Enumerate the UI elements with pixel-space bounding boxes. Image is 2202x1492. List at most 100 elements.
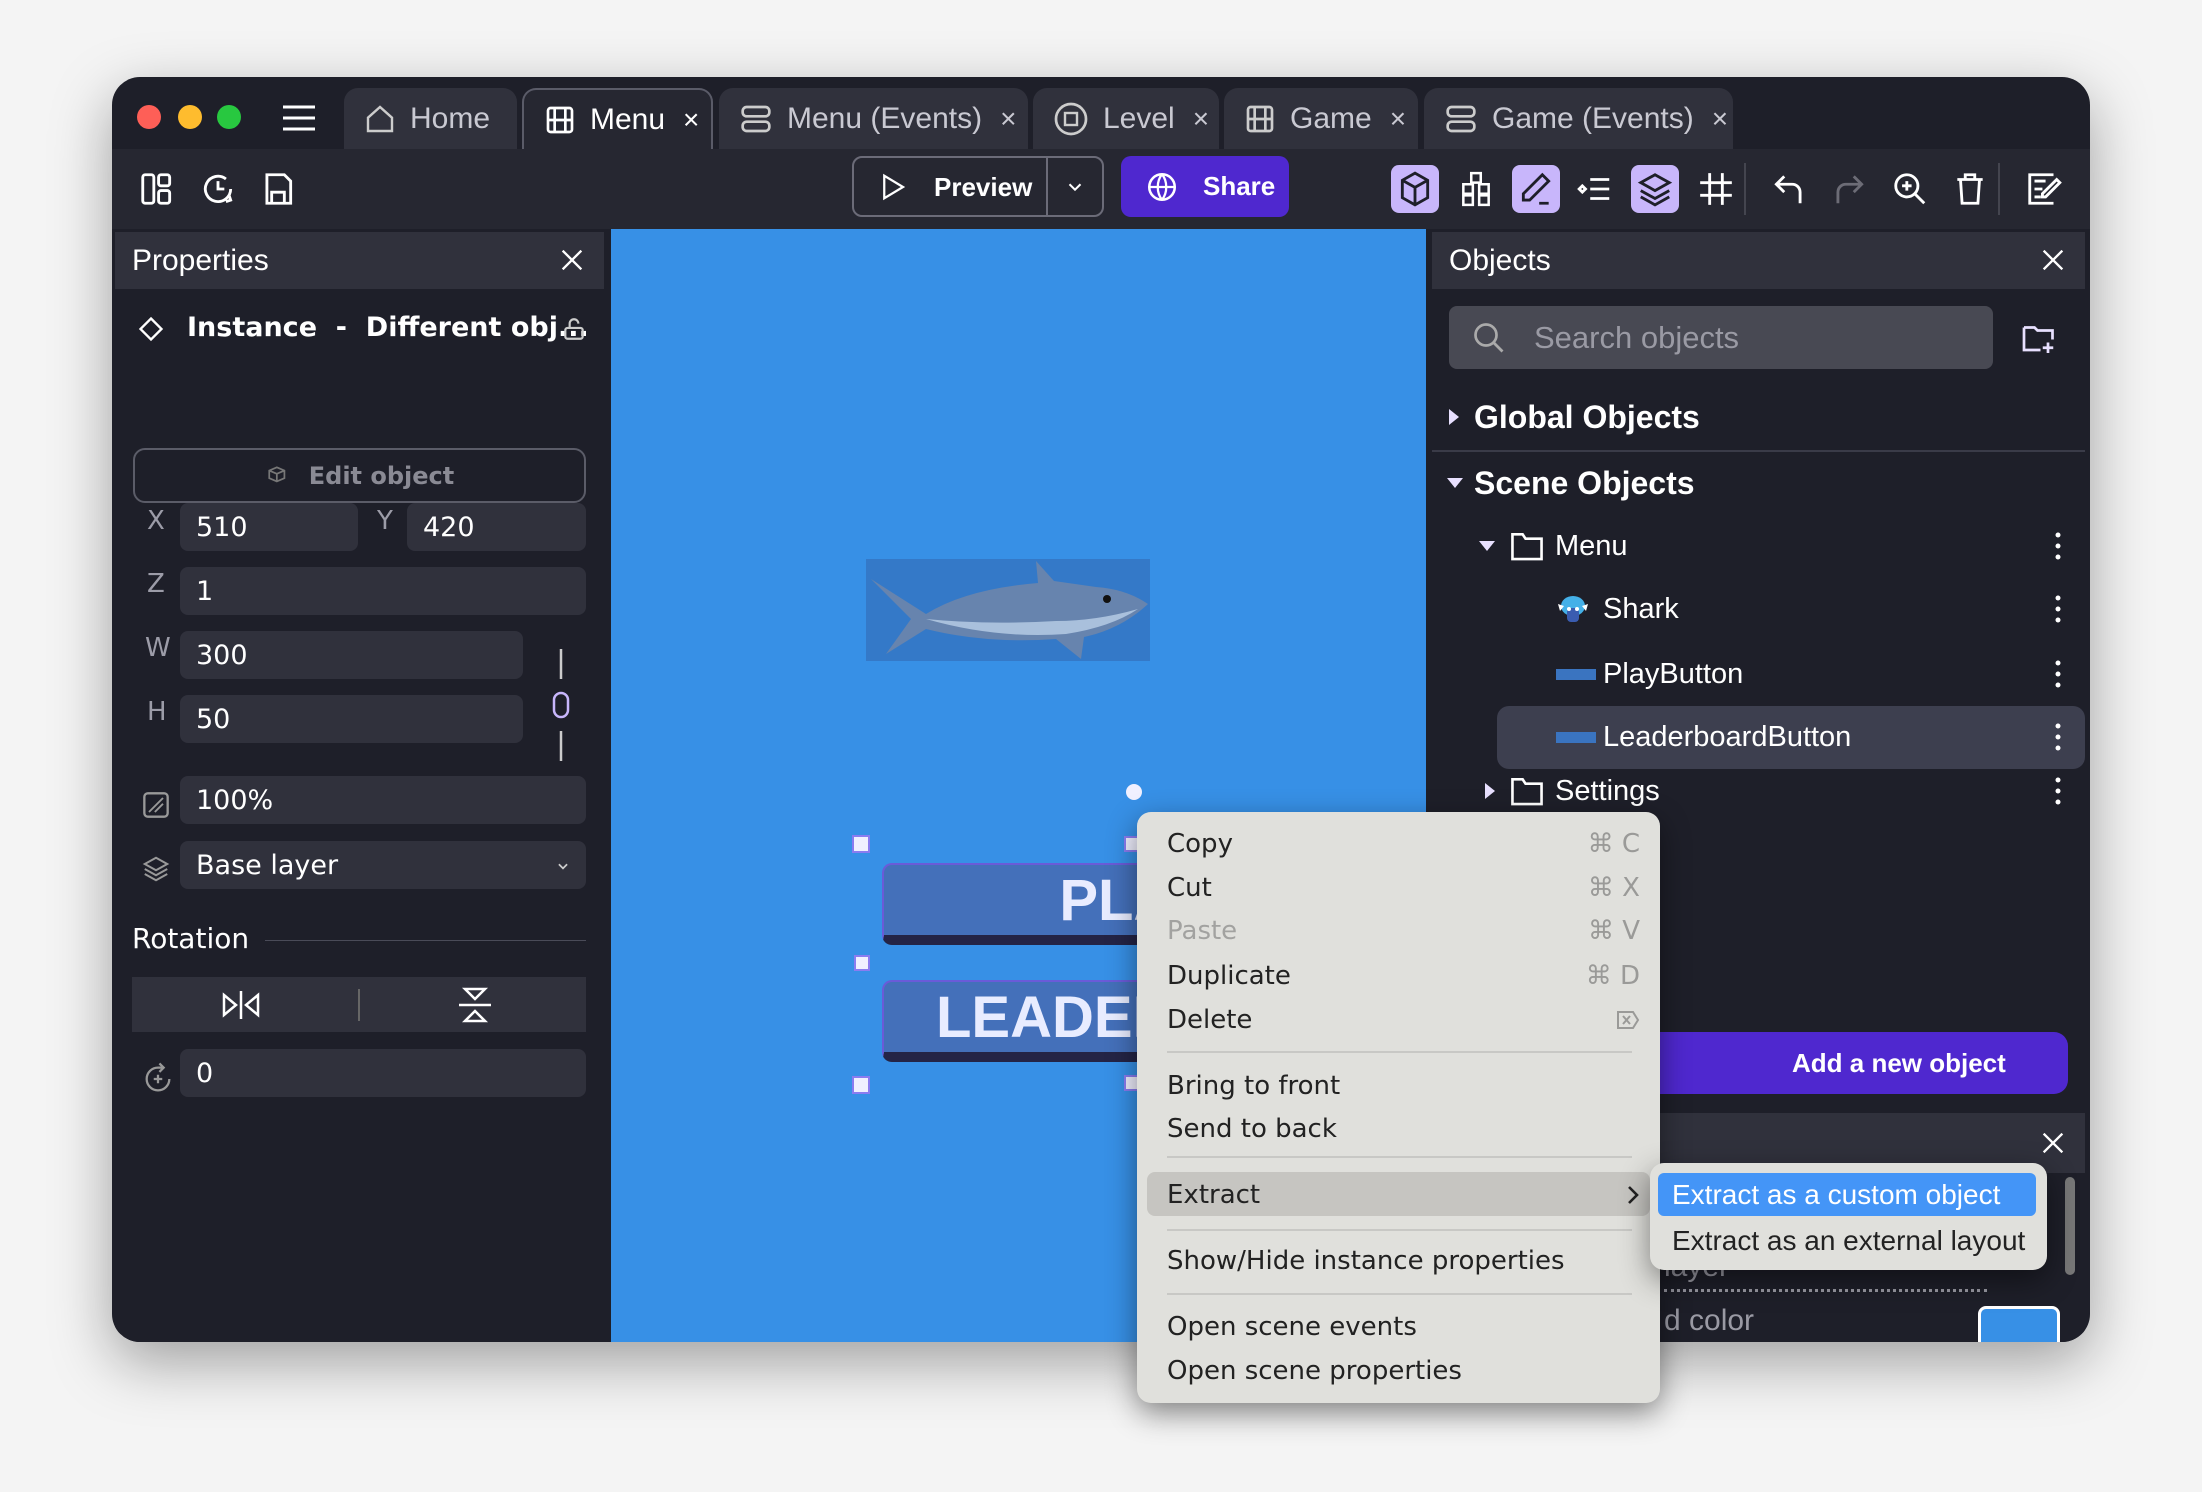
folder-menu[interactable]: Menu [1432, 515, 2085, 577]
redo-icon[interactable] [1825, 165, 1873, 213]
global-objects-group[interactable]: Global Objects [1432, 386, 2085, 448]
edit-pencil-icon[interactable] [1512, 165, 1560, 213]
divider [265, 940, 586, 941]
submenu-item-extract-external-layout[interactable]: Extract as an external layout [1672, 1219, 2025, 1262]
resize-handle-top-left[interactable] [852, 835, 870, 853]
panels-icon[interactable] [133, 165, 181, 213]
tab-close-icon[interactable]: × [1390, 103, 1406, 135]
history-icon[interactable] [194, 165, 242, 213]
menu-item-extract[interactable]: Extract [1167, 1175, 1640, 1215]
flip-vertical-icon[interactable] [458, 987, 492, 1023]
undo-icon[interactable] [1765, 165, 1813, 213]
zoom-in-icon[interactable] [1886, 165, 1934, 213]
tab-close-icon[interactable]: × [1712, 103, 1728, 135]
x-position-input[interactable]: 510 [180, 503, 358, 551]
opacity-input[interactable]: 100% [180, 776, 586, 824]
menu-item-cut[interactable]: Cut ⌘ X [1167, 868, 1640, 908]
film-icon [546, 106, 574, 133]
background-color-swatch[interactable] [1978, 1306, 2060, 1342]
tab-home[interactable]: Home [344, 88, 517, 149]
object-item-shark[interactable]: Shark [1432, 578, 2085, 640]
add-folder-icon[interactable] [2020, 320, 2058, 356]
layers-icon [142, 856, 170, 882]
submenu-item-extract-custom-object[interactable]: Extract as a custom object [1658, 1173, 2036, 1216]
more-options-icon[interactable] [2055, 723, 2061, 751]
more-options-icon[interactable] [2055, 660, 2061, 688]
properties-header: Properties [115, 232, 604, 289]
layers-icon[interactable] [1631, 165, 1679, 213]
menu-item-send-to-back[interactable]: Send to back [1167, 1109, 1640, 1149]
grid-icon[interactable] [1692, 165, 1740, 213]
close-window-button[interactable] [137, 105, 161, 129]
tab-close-icon[interactable]: × [1193, 103, 1209, 135]
context-menu: Copy ⌘ C Cut ⌘ X Paste ⌘ V Duplicate ⌘ D Del… [1137, 812, 1660, 1403]
tab-game-events[interactable]: Game (Events) × [1424, 88, 1733, 149]
film-icon [1246, 105, 1274, 132]
more-options-icon[interactable] [2055, 777, 2061, 805]
edit-object-button[interactable]: Edit object [133, 448, 586, 503]
save-icon[interactable] [254, 165, 302, 213]
add-new-object-button[interactable]: Add a new object [1592, 1032, 2068, 1094]
tab-menu[interactable]: Menu × [522, 88, 713, 149]
search-icon [1474, 323, 1504, 353]
hamburger-menu-icon[interactable] [282, 105, 316, 131]
close-icon[interactable] [558, 246, 586, 274]
tab-close-icon[interactable]: × [1000, 103, 1016, 135]
2d-object-icon [268, 465, 286, 482]
menu-item-open-scene-events[interactable]: Open scene events [1167, 1307, 1640, 1347]
preview-button[interactable]: Preview [852, 156, 1104, 217]
height-input[interactable]: 50 [180, 695, 523, 743]
close-icon[interactable] [2039, 1129, 2067, 1157]
diamond-icon [138, 316, 164, 342]
minimize-window-button[interactable] [178, 105, 202, 129]
globe-icon [1147, 172, 1177, 202]
resize-handle-bottom-left[interactable] [852, 1076, 870, 1094]
caret-right-icon [1449, 409, 1459, 425]
cubes-icon[interactable] [1452, 165, 1500, 213]
shark-sprite[interactable] [866, 559, 1150, 661]
tab-menu-events[interactable]: Menu (Events) × [719, 88, 1028, 149]
more-options-icon[interactable] [2055, 532, 2061, 560]
3d-cube-icon[interactable] [1391, 165, 1439, 213]
angle-input[interactable]: 0 [180, 1049, 586, 1097]
resize-handle-left[interactable] [854, 955, 870, 971]
rotation-handle[interactable] [1126, 784, 1142, 800]
link-proportions-icon[interactable] [551, 649, 571, 761]
edit-scene-icon[interactable] [2020, 165, 2068, 213]
width-input[interactable]: 300 [180, 631, 523, 679]
y-position-input[interactable]: 420 [407, 503, 586, 551]
maximize-window-button[interactable] [217, 105, 241, 129]
more-options-icon[interactable] [2055, 595, 2061, 623]
object-item-leaderboardbutton[interactable]: LeaderboardButton [1432, 706, 2085, 768]
menu-item-paste[interactable]: Paste ⌘ V [1167, 911, 1640, 951]
chevron-right-icon [1628, 1186, 1639, 1204]
close-icon[interactable] [2039, 246, 2067, 274]
layer-select[interactable]: Base layer [180, 841, 586, 889]
instances-list-icon[interactable] [1571, 165, 1619, 213]
extract-submenu: Extract as a custom object Extract as an… [1650, 1163, 2047, 1270]
unlock-icon[interactable] [561, 316, 587, 342]
flip-horizontal-icon[interactable] [222, 989, 260, 1021]
events-icon [741, 105, 771, 132]
menu-item-duplicate[interactable]: Duplicate ⌘ D [1167, 956, 1640, 996]
shark-image [871, 561, 1148, 659]
object-item-playbutton[interactable]: PlayButton [1432, 643, 2085, 705]
menu-item-delete[interactable]: Delete [1167, 1000, 1640, 1040]
menu-item-open-scene-properties[interactable]: Open scene properties [1167, 1351, 1640, 1391]
tab-game[interactable]: Game × [1224, 88, 1418, 149]
share-button[interactable]: Share [1121, 156, 1289, 217]
menu-item-copy[interactable]: Copy ⌘ C [1167, 824, 1640, 864]
folder-icon [1511, 778, 1543, 806]
tab-level[interactable]: Level × [1033, 88, 1219, 149]
rotate-icon [145, 1062, 171, 1092]
scrollbar[interactable] [2065, 1177, 2075, 1275]
chevron-down-icon[interactable] [1064, 176, 1086, 198]
tab-close-icon[interactable]: × [683, 104, 699, 136]
search-objects-input[interactable]: Search objects [1449, 306, 1993, 369]
menu-item-bring-to-front[interactable]: Bring to front [1167, 1066, 1640, 1106]
scene-objects-group[interactable]: Scene Objects [1432, 452, 2085, 514]
menu-item-show-hide-properties[interactable]: Show/Hide instance properties [1167, 1241, 1640, 1281]
caret-down-icon [1479, 541, 1495, 551]
trash-icon[interactable] [1946, 165, 1994, 213]
z-order-input[interactable]: 1 [180, 567, 586, 615]
